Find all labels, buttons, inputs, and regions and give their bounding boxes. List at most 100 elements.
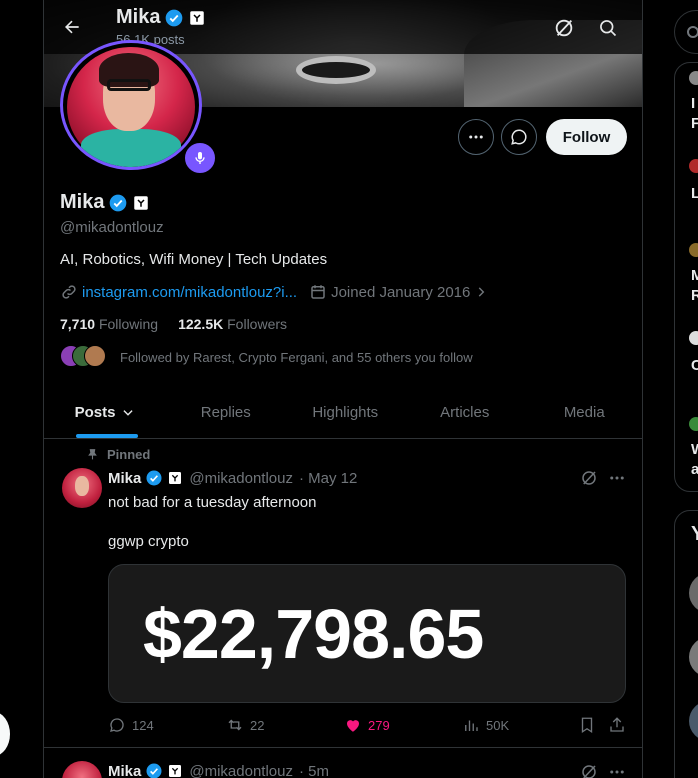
profile-column: Mika 56.1K posts Follow Mika @mikadontlo… xyxy=(43,0,643,778)
search-icon xyxy=(687,26,698,38)
spaces-badge[interactable] xyxy=(182,140,218,176)
post-more-button[interactable] xyxy=(608,763,626,778)
trend-icon xyxy=(689,243,698,257)
post-text: ggwp crypto xyxy=(108,533,189,550)
verified-icon xyxy=(166,9,183,26)
bookmark-icon xyxy=(581,717,593,734)
search-input[interactable] xyxy=(674,10,698,54)
bookmark-button[interactable] xyxy=(578,716,596,734)
tab-articles[interactable]: Articles xyxy=(405,387,525,438)
post-author-avatar[interactable] xyxy=(62,468,102,508)
bar-chart-icon xyxy=(465,720,478,731)
active-tab-indicator xyxy=(76,434,138,438)
grok-button[interactable] xyxy=(550,14,578,42)
avatar[interactable] xyxy=(689,637,698,677)
panel-title: Y xyxy=(691,523,698,545)
avatar[interactable] xyxy=(689,573,698,613)
pinned-post[interactable]: Pinned Mika @mikadontlouz · May 12 not b… xyxy=(44,440,642,748)
post-author-name[interactable]: Mika xyxy=(108,470,141,487)
trend-icon xyxy=(689,159,698,173)
post-header: Mika @mikadontlouz · May 12 xyxy=(108,469,357,487)
who-to-follow-panel: Y xyxy=(674,510,698,778)
avatar[interactable] xyxy=(689,701,698,741)
profile-website-link[interactable]: instagram.com/mikadontlouz?i... xyxy=(82,284,297,301)
trend-item[interactable]: a xyxy=(691,461,698,478)
profile-tabs: Posts Replies Highlights Articles Media xyxy=(44,387,643,439)
trend-icon xyxy=(689,417,698,431)
search-button[interactable] xyxy=(594,14,622,42)
post-author-name[interactable]: Mika xyxy=(108,763,141,778)
more-options-button[interactable] xyxy=(458,119,494,155)
tab-media[interactable]: Media xyxy=(525,387,643,438)
grok-button[interactable] xyxy=(580,763,598,778)
chat-bubble-icon xyxy=(511,129,527,145)
pinned-indicator: Pinned xyxy=(86,447,150,462)
followers-count-link[interactable]: 122.5K Followers xyxy=(178,316,287,332)
post-author-handle[interactable]: @mikadontlouz xyxy=(189,470,293,487)
chevron-right-icon[interactable] xyxy=(474,285,488,299)
trend-item[interactable]: I xyxy=(691,95,695,112)
calendar-icon xyxy=(311,285,325,299)
link-icon xyxy=(62,285,76,299)
left-gutter xyxy=(0,0,44,778)
followers-you-know-text: Followed by Rarest, Crypto Fergani, and … xyxy=(120,349,473,365)
arrow-left-icon xyxy=(65,20,79,34)
verified-icon xyxy=(146,763,162,778)
post-text: not bad for a tuesday afternoon xyxy=(108,494,317,511)
affiliate-badge-icon xyxy=(190,10,205,25)
avatar xyxy=(84,345,106,367)
trend-item[interactable]: F xyxy=(691,115,698,132)
post-author-avatar[interactable] xyxy=(62,761,102,778)
back-button[interactable] xyxy=(56,11,88,43)
trend-item[interactable]: L xyxy=(691,185,698,202)
trend-item[interactable]: C xyxy=(691,357,698,374)
trend-item[interactable]: W xyxy=(691,441,698,458)
post-more-button[interactable] xyxy=(608,469,626,492)
follow-counts: 7,710 Following 122.5K Followers xyxy=(60,316,287,332)
post-media-image[interactable]: $22,798.65 xyxy=(108,564,626,703)
post[interactable]: Mika @mikadontlouz · 5m xyxy=(44,749,642,778)
trend-icon xyxy=(689,71,698,85)
search-icon xyxy=(600,20,617,37)
affiliate-badge-icon xyxy=(169,765,182,777)
profile-avatar[interactable] xyxy=(60,40,218,176)
trend-icon xyxy=(689,331,698,345)
grok-icon xyxy=(582,765,596,778)
banner-lips xyxy=(296,56,376,84)
repost-button[interactable]: 22 xyxy=(226,716,264,734)
share-icon xyxy=(610,717,624,732)
post-author-handle[interactable]: @mikadontlouz xyxy=(189,763,293,778)
views-button[interactable]: 50K xyxy=(462,716,509,734)
followers-you-know[interactable]: Followed by Rarest, Crypto Fergani, and … xyxy=(60,345,473,369)
message-button[interactable] xyxy=(501,119,537,155)
tab-posts[interactable]: Posts xyxy=(44,387,166,438)
affiliate-badge-icon xyxy=(169,472,182,484)
post-actions: 124 22 279 50K xyxy=(108,716,626,736)
media-amount-text: $22,798.65 xyxy=(143,594,484,673)
verified-icon[interactable] xyxy=(108,193,128,213)
share-button[interactable] xyxy=(608,716,626,734)
grok-button[interactable] xyxy=(580,469,598,492)
post-timestamp[interactable]: · 5m xyxy=(299,763,329,778)
ellipsis-icon xyxy=(469,135,483,139)
profile-name-row: Mika xyxy=(60,191,150,214)
trend-item[interactable]: R xyxy=(691,287,698,304)
profile-joined-date: Joined January 2016 xyxy=(331,283,471,301)
header-name: Mika xyxy=(116,6,161,28)
trend-item[interactable]: M xyxy=(691,267,698,284)
post-timestamp[interactable]: · May 12 xyxy=(299,470,357,487)
account-avatar[interactable] xyxy=(0,712,10,756)
microphone-icon xyxy=(195,152,205,164)
follow-button[interactable]: Follow xyxy=(546,119,627,155)
reply-button[interactable]: 124 xyxy=(108,716,154,734)
tab-highlights[interactable]: Highlights xyxy=(286,387,406,438)
tab-replies[interactable]: Replies xyxy=(166,387,286,438)
reply-icon xyxy=(110,718,124,732)
pin-icon xyxy=(88,449,97,460)
like-button[interactable]: 279 xyxy=(344,716,390,734)
affiliate-badge-icon[interactable] xyxy=(132,194,150,212)
following-count-link[interactable]: 7,710 Following xyxy=(60,316,158,332)
profile-bio: AI, Robotics, Wifi Money | Tech Updates xyxy=(60,251,328,268)
trending-panel: I F L M R C W a xyxy=(674,62,698,492)
header-title: Mika xyxy=(116,6,206,29)
